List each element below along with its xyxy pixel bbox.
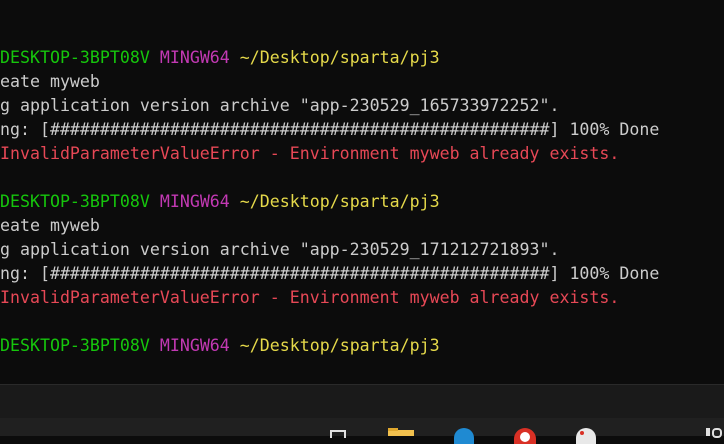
terminal-line: ng: [###################################… bbox=[0, 118, 659, 142]
terminal-text-segment: DESKTOP-3BPT08V bbox=[0, 48, 150, 67]
terminal-line: DESKTOP-3BPT08V MINGW64 ~/Desktop/sparta… bbox=[0, 334, 440, 358]
terminal-text-segment: ~/Desktop/sparta/pj3 bbox=[239, 48, 440, 67]
edge-icon[interactable] bbox=[452, 428, 478, 444]
terminal-line: InvalidParameterValueError - Environment… bbox=[0, 286, 619, 310]
terminal-text-segment: InvalidParameterValueError - Environment… bbox=[0, 144, 620, 163]
terminal-text-segment: MINGW64 bbox=[159, 192, 230, 211]
terminal-line: eate myweb bbox=[0, 214, 100, 238]
terminal-text-segment: DESKTOP-3BPT08V bbox=[0, 336, 150, 355]
terminal-line: eate myweb bbox=[0, 70, 100, 94]
folder-icon[interactable] bbox=[388, 428, 414, 436]
terminal-line: DESKTOP-3BPT08V MINGW64 ~/Desktop/sparta… bbox=[0, 190, 440, 214]
terminal-text-segment: eate myweb bbox=[0, 72, 100, 91]
terminal-text-segment: MINGW64 bbox=[159, 336, 230, 355]
terminal-text-segment: DESKTOP-3BPT08V bbox=[0, 192, 150, 211]
pen-icon[interactable] bbox=[700, 428, 724, 438]
window-icon[interactable] bbox=[328, 428, 354, 438]
chrome-icon[interactable] bbox=[512, 428, 538, 444]
terminal-line: g application version archive "app-23052… bbox=[0, 94, 559, 118]
terminal-text-segment: ng: [###################################… bbox=[0, 120, 660, 139]
paint-icon[interactable] bbox=[574, 428, 600, 444]
terminal-text-segment: ng: [###################################… bbox=[0, 264, 660, 283]
terminal-text-segment: ~/Desktop/sparta/pj3 bbox=[239, 336, 440, 355]
taskbar bbox=[0, 418, 724, 444]
terminal-window[interactable]: DESKTOP-3BPT08V MINGW64 ~/Desktop/sparta… bbox=[0, 0, 724, 384]
terminal-text-segment: MINGW64 bbox=[159, 48, 230, 67]
terminal-line: InvalidParameterValueError - Environment… bbox=[0, 142, 619, 166]
terminal-text-segment: g application version archive "app-23052… bbox=[0, 240, 560, 259]
terminal-text-segment: g application version archive "app-23052… bbox=[0, 96, 560, 115]
terminal-text-segment: ~/Desktop/sparta/pj3 bbox=[239, 192, 440, 211]
terminal-line: DESKTOP-3BPT08V MINGW64 ~/Desktop/sparta… bbox=[0, 46, 440, 70]
terminal-line: ng: [###################################… bbox=[0, 262, 659, 286]
terminal-text-segment: eate myweb bbox=[0, 216, 100, 235]
terminal-line: g application version archive "app-23052… bbox=[0, 238, 559, 262]
terminal-text-segment: InvalidParameterValueError - Environment… bbox=[0, 288, 620, 307]
terminal-bottom-area bbox=[0, 384, 724, 419]
